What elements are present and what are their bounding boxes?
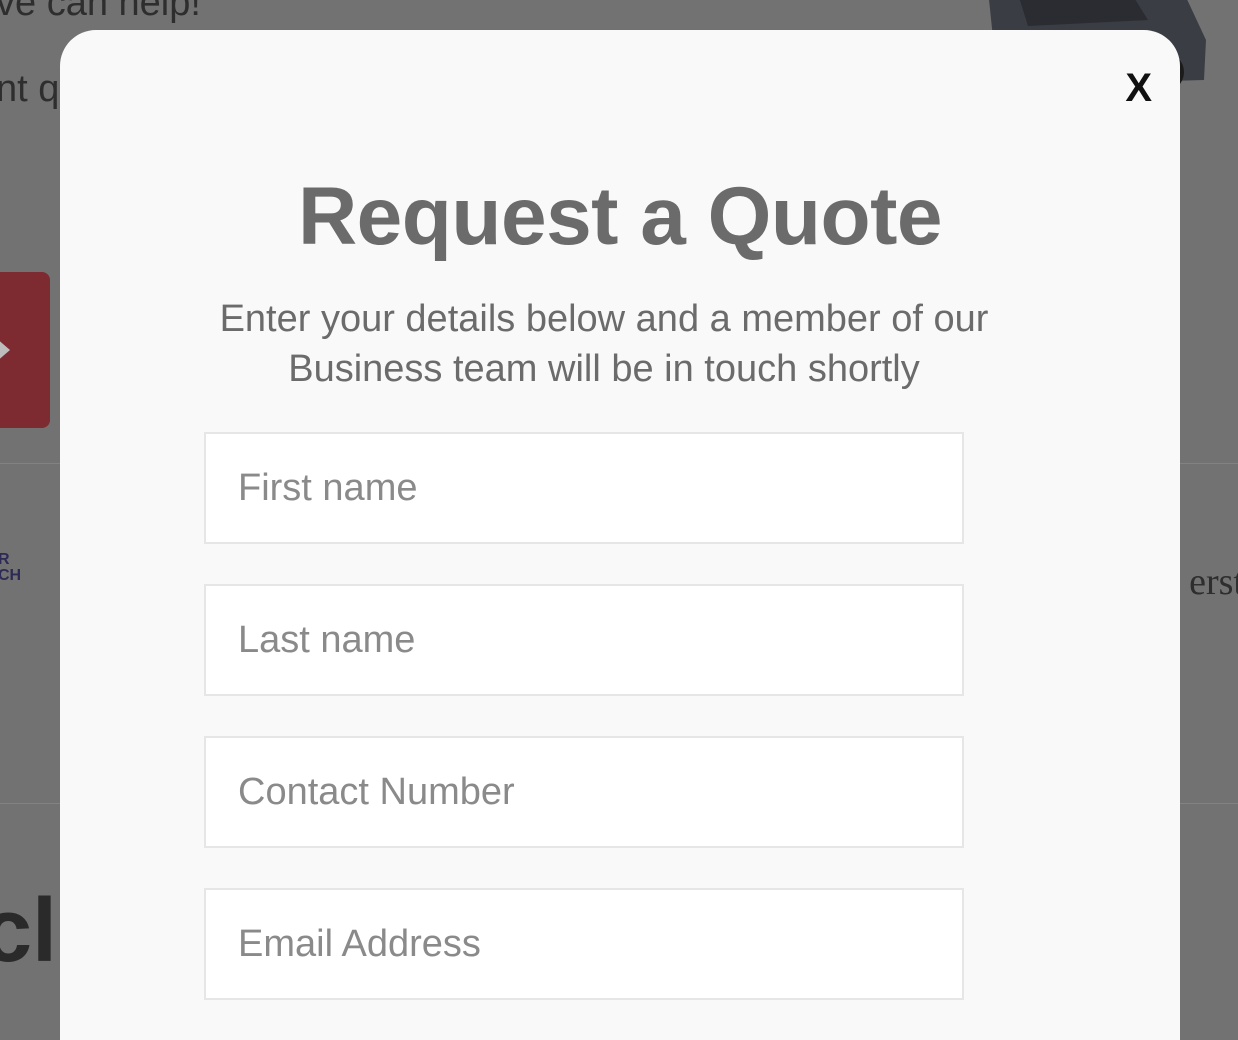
background-logo-line: R <box>0 551 10 568</box>
background-testimonial-text: erst <box>1189 561 1238 603</box>
last-name-field-container <box>204 584 964 696</box>
modal-title: Request a Quote <box>297 171 943 262</box>
email-address-field-container <box>204 888 964 1000</box>
modal-subtitle: Enter your details below and a member of… <box>219 298 989 390</box>
close-button[interactable]: X <box>1125 68 1152 108</box>
last-name-input[interactable] <box>206 586 962 694</box>
background-next-button <box>0 272 50 428</box>
first-name-input[interactable] <box>206 434 962 542</box>
email-address-input[interactable] <box>206 890 962 998</box>
background-heading-text: ve can help! <box>0 0 201 24</box>
first-name-field-container <box>204 432 964 544</box>
background-logo-line: CH <box>0 567 22 584</box>
contact-number-field-container <box>204 736 964 848</box>
quote-request-modal: X Request a Quote Enter your details bel… <box>60 30 1180 1040</box>
contact-number-input[interactable] <box>206 738 962 846</box>
background-logo: R CH <box>0 552 21 584</box>
arrow-right-icon <box>0 338 10 362</box>
